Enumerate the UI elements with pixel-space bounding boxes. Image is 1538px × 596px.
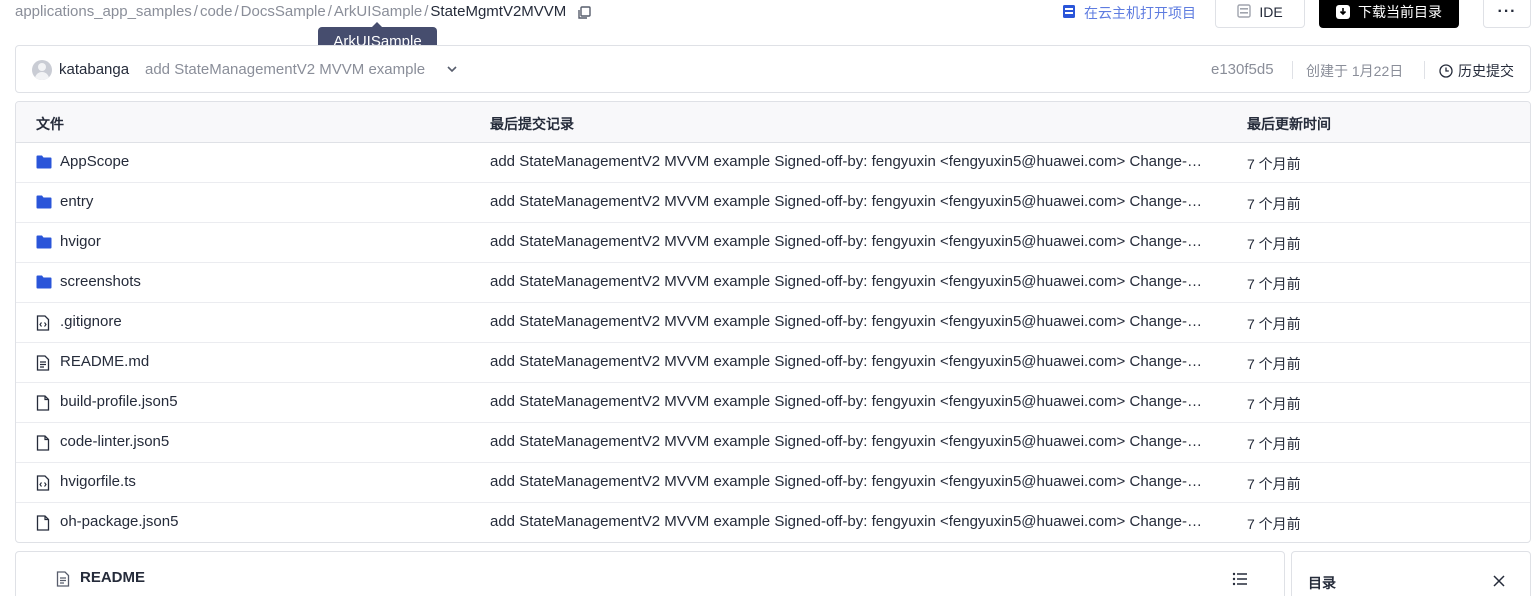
file-name[interactable]: entry	[60, 193, 93, 210]
breadcrumb-item-repo[interactable]: applications_app_samples	[15, 3, 192, 20]
breadcrumb-item-docssample[interactable]: DocsSample	[241, 3, 326, 20]
code-file-icon	[36, 475, 52, 491]
breadcrumb-separator: /	[327, 3, 332, 20]
file-name[interactable]: hvigor	[60, 233, 101, 250]
file-commit-message[interactable]: add StateManagementV2 MVVM example Signe…	[490, 473, 1206, 490]
close-icon[interactable]	[1492, 574, 1506, 591]
breadcrumb: applications_app_samples / code / DocsSa…	[15, 3, 592, 20]
latest-commit-bar: katabanga add StateManagementV2 MVVM exa…	[15, 45, 1531, 93]
download-icon	[1336, 5, 1350, 19]
file-name[interactable]: screenshots	[60, 273, 141, 290]
file-icon	[36, 515, 52, 531]
divider	[1424, 61, 1425, 79]
breadcrumb-separator: /	[424, 3, 429, 20]
file-table: 文件 最后提交记录 最后更新时间 AppScope add StateManage…	[15, 101, 1531, 543]
table-row[interactable]: oh-package.json5 add StateManagementV2 MV…	[16, 503, 1530, 542]
cloud-host-icon	[1062, 4, 1084, 22]
file-updated-time: 7 个月前	[1247, 436, 1301, 452]
breadcrumb-separator: /	[193, 3, 198, 20]
file-commit-message[interactable]: add StateManagementV2 MVVM example Signe…	[490, 273, 1206, 290]
download-directory-label: 下载当前目录	[1358, 4, 1442, 20]
ide-button[interactable]: IDE	[1215, 0, 1305, 28]
table-row[interactable]: README.md add StateManagementV2 MVVM exam…	[16, 343, 1530, 383]
column-header-last-commit: 最后提交记录	[490, 116, 574, 132]
open-in-cloud-host-button[interactable]: 在云主机打开项目	[1062, 3, 1196, 23]
file-updated-time: 7 个月前	[1247, 396, 1301, 412]
commit-author[interactable]: katabanga	[59, 61, 129, 78]
more-options-button[interactable]: ···	[1483, 0, 1531, 28]
file-icon	[36, 395, 52, 411]
ide-label: IDE	[1259, 4, 1283, 20]
file-commit-message[interactable]: add StateManagementV2 MVVM example Signe…	[490, 153, 1206, 170]
column-header-file: 文件	[36, 116, 64, 132]
folder-icon	[36, 155, 52, 171]
file-updated-time: 7 个月前	[1247, 236, 1301, 252]
file-name[interactable]: .gitignore	[60, 313, 122, 330]
copy-path-icon[interactable]	[576, 5, 592, 21]
file-updated-time: 7 个月前	[1247, 156, 1301, 172]
file-icon	[36, 435, 52, 451]
ide-icon	[1237, 3, 1259, 21]
list-icon[interactable]	[1232, 572, 1248, 589]
commit-created-date: 创建于 1月22日	[1306, 63, 1404, 79]
breadcrumb-item-arkuisample[interactable]: ArkUISample	[334, 3, 422, 20]
file-updated-time: 7 个月前	[1247, 476, 1301, 492]
file-commit-message[interactable]: add StateManagementV2 MVVM example Signe…	[490, 193, 1206, 210]
file-commit-message[interactable]: add StateManagementV2 MVVM example Signe…	[490, 353, 1206, 370]
file-commit-message[interactable]: add StateManagementV2 MVVM example Signe…	[490, 513, 1206, 530]
file-updated-time: 7 个月前	[1247, 276, 1301, 292]
table-row[interactable]: code-linter.json5 add StateManagementV2 M…	[16, 423, 1530, 463]
file-commit-message[interactable]: add StateManagementV2 MVVM example Signe…	[490, 393, 1206, 410]
toc-panel: 目录	[1291, 551, 1531, 596]
avatar[interactable]	[32, 60, 52, 80]
column-header-updated: 最后更新时间	[1247, 116, 1331, 132]
readme-title: README	[80, 569, 146, 586]
open-in-cloud-host-label: 在云主机打开项目	[1084, 5, 1196, 21]
text-file-icon	[36, 355, 52, 371]
file-commit-message[interactable]: add StateManagementV2 MVVM example Signe…	[490, 233, 1206, 250]
folder-icon	[36, 275, 52, 291]
breadcrumb-item-code[interactable]: code	[200, 3, 233, 20]
table-row[interactable]: screenshots add StateManagementV2 MVVM ex…	[16, 263, 1530, 303]
table-row[interactable]: build-profile.json5 add StateManagementV2…	[16, 383, 1530, 423]
file-name[interactable]: build-profile.json5	[60, 393, 178, 410]
file-name[interactable]: AppScope	[60, 153, 129, 170]
file-updated-time: 7 个月前	[1247, 196, 1301, 212]
code-file-icon	[36, 315, 52, 331]
file-name[interactable]: README.md	[60, 353, 149, 370]
table-body: AppScope add StateManagementV2 MVVM examp…	[16, 143, 1530, 542]
history-commits-label: 历史提交	[1458, 63, 1514, 79]
file-name[interactable]: hvigorfile.ts	[60, 473, 136, 490]
download-directory-button[interactable]: 下载当前目录	[1319, 0, 1459, 28]
folder-icon	[36, 195, 52, 211]
file-name[interactable]: code-linter.json5	[60, 433, 169, 450]
table-row[interactable]: entry add StateManagementV2 MVVM example …	[16, 183, 1530, 223]
file-updated-time: 7 个月前	[1247, 356, 1301, 372]
file-name[interactable]: oh-package.json5	[60, 513, 178, 530]
commit-hash[interactable]: e130f5d5	[1211, 61, 1274, 78]
table-header: 文件 最后提交记录 最后更新时间	[16, 102, 1530, 143]
breadcrumb-current: StateMgmtV2MVVM	[430, 3, 567, 20]
readme-panel: README	[15, 551, 1285, 596]
divider	[1292, 61, 1293, 79]
file-commit-message[interactable]: add StateManagementV2 MVVM example Signe…	[490, 433, 1206, 450]
folder-icon	[36, 235, 52, 251]
table-row[interactable]: hvigor add StateManagementV2 MVVM example…	[16, 223, 1530, 263]
clock-icon	[1439, 64, 1458, 78]
file-updated-time: 7 个月前	[1247, 516, 1301, 532]
history-commits-link[interactable]: 历史提交	[1439, 61, 1514, 81]
table-row[interactable]: AppScope add StateManagementV2 MVVM examp…	[16, 143, 1530, 183]
table-row[interactable]: hvigorfile.ts add StateManagementV2 MVVM …	[16, 463, 1530, 503]
readme-file-icon	[56, 571, 70, 590]
file-commit-message[interactable]: add StateManagementV2 MVVM example Signe…	[490, 313, 1206, 330]
top-bar: applications_app_samples / code / DocsSa…	[0, 0, 1538, 28]
commit-message[interactable]: add StateManagementV2 MVVM example	[145, 61, 425, 78]
table-row[interactable]: .gitignore add StateManagementV2 MVVM exa…	[16, 303, 1530, 343]
toc-title: 目录	[1308, 575, 1336, 591]
chevron-down-icon[interactable]	[446, 62, 458, 78]
file-updated-time: 7 个月前	[1247, 316, 1301, 332]
breadcrumb-separator: /	[234, 3, 239, 20]
